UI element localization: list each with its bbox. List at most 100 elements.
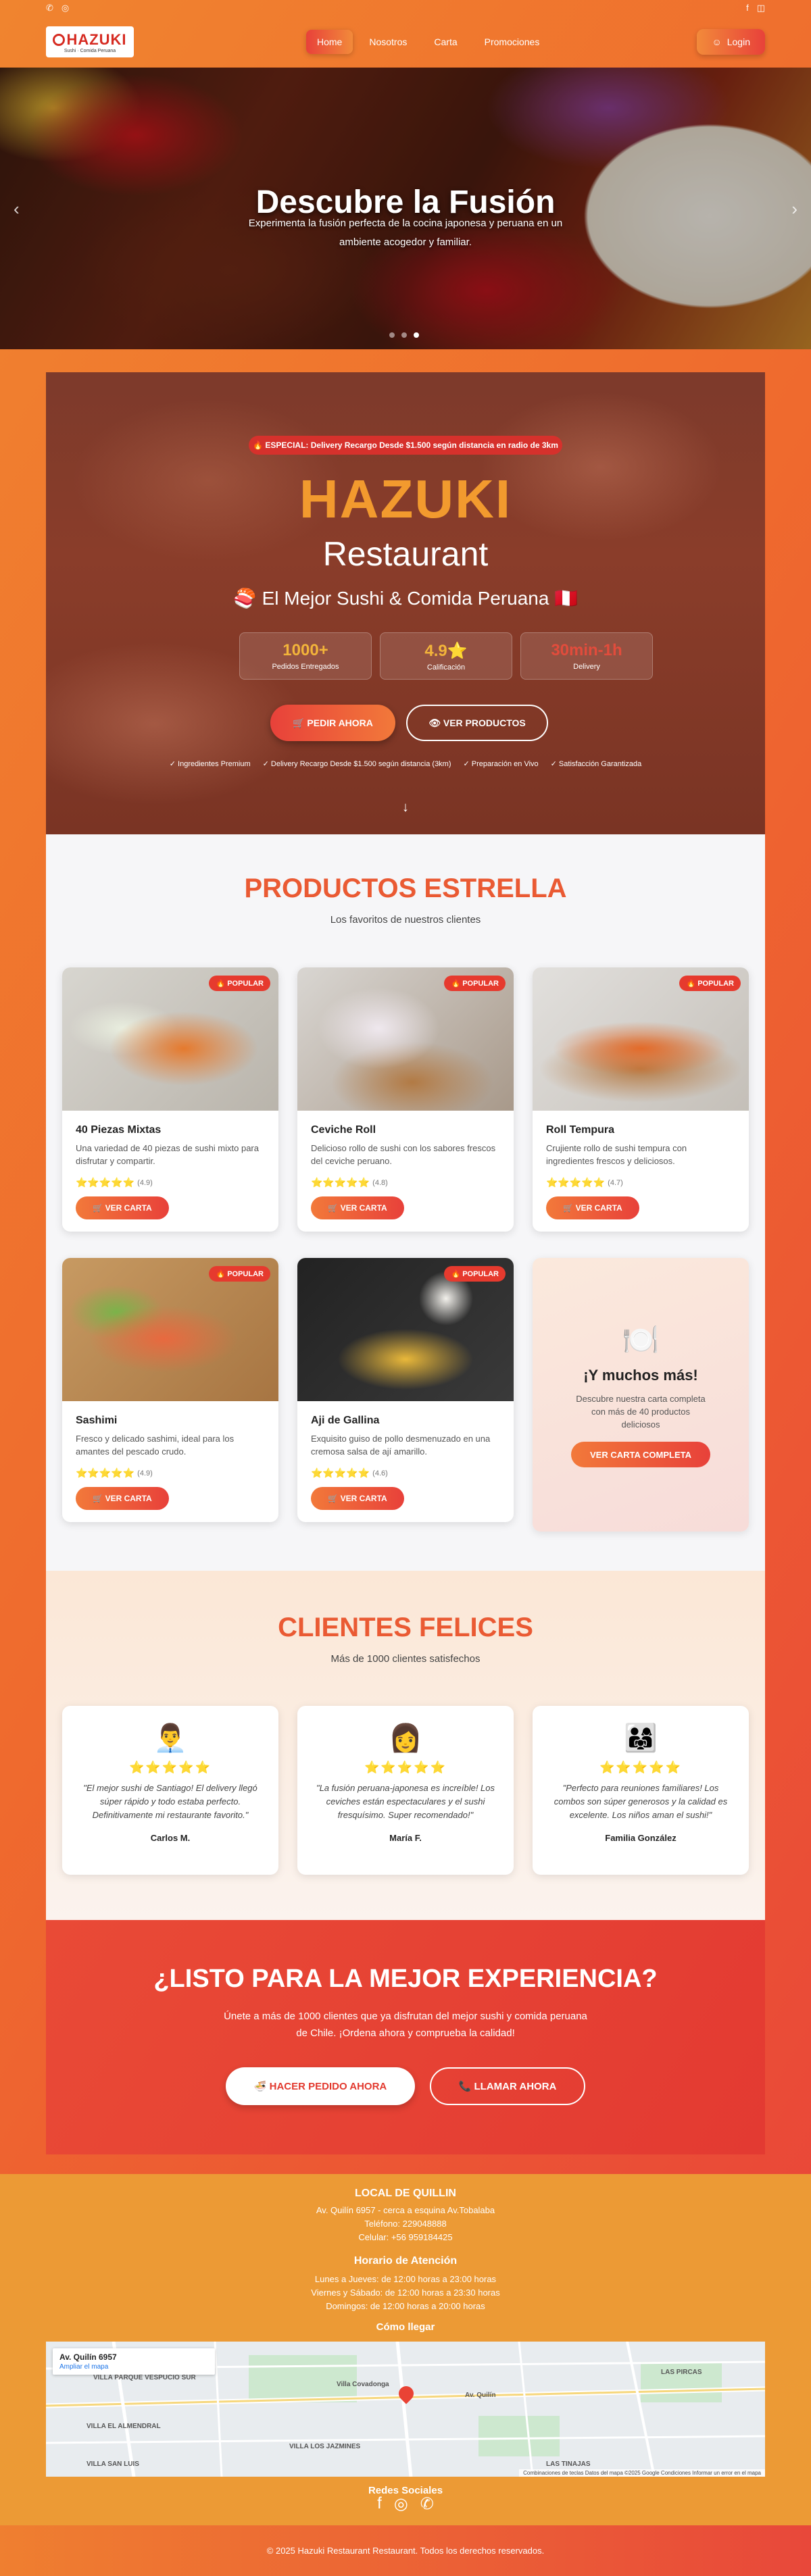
copyright-bar: © 2025 Hazuki Restaurant Restaurant. Tod… (0, 2525, 811, 2576)
testimonial-quote: "La fusión peruana-japonesa es increíble… (316, 1783, 495, 1820)
view-menu-button[interactable]: 🛒 VER CARTA (76, 1196, 169, 1219)
stat-label: Pedidos Entregados (272, 663, 339, 671)
carousel-dot[interactable] (389, 332, 395, 338)
address: Av. Quilín 6957 - cerca a esquina Av.Tob… (316, 2205, 495, 2215)
testimonial-card: 👩 ⭐⭐⭐⭐⭐ "La fusión peruana-japonesa es i… (297, 1706, 514, 1875)
logo-text: HAZUKI (66, 30, 127, 48)
phone-icon[interactable]: ✆ (46, 3, 53, 14)
map-label: VILLA PARQUE VESPUCIO SUR (93, 2374, 196, 2381)
nav-nosotros[interactable]: Nosotros (358, 30, 418, 54)
rating-value: (4.7) (608, 1178, 623, 1187)
map-label: VILLA EL ALMENDRAL (87, 2423, 161, 2430)
scroll-down-icon[interactable]: ↓ (46, 800, 765, 815)
map-place: Av. Quilín 6957 (59, 2352, 117, 2362)
product-rating: ⭐⭐⭐⭐⭐ (4.6) (311, 1467, 500, 1479)
feature-item: ✓ Delivery Recargo Desde $1.500 según di… (262, 760, 451, 768)
place-order-button[interactable]: 🍜 HACER PEDIDO AHORA (226, 2067, 415, 2105)
hours-line: Viernes y Sábado: de 12:00 horas a 23:30… (311, 2288, 500, 2298)
whatsapp-icon[interactable]: ✆ (420, 2494, 434, 2514)
login-button[interactable]: ☺ Login (697, 29, 765, 55)
product-image: 🔥 POPULAR (297, 1258, 514, 1401)
call-now-button[interactable]: 📞 LLAMAR AHORA (430, 2067, 585, 2105)
plate-icon: 🍽️ (622, 1323, 660, 1357)
view-products-button[interactable]: 👁 VER PRODUCTOS (406, 705, 548, 741)
products-subtitle: Los favoritos de nuestros clientes (330, 914, 481, 926)
testimonial-quote: "Perfecto para reuniones familiares! Los… (554, 1783, 728, 1820)
hero-buttons: 🛒 PEDIR AHORA 👁 VER PRODUCTOS (270, 705, 548, 741)
map-label: VILLA SAN LUIS (87, 2460, 139, 2468)
product-card: 🔥 POPULAR 40 Piezas Mixtas Una variedad … (62, 967, 278, 1232)
stat-value: 1000+ (282, 641, 328, 659)
carousel-dot[interactable] (401, 332, 407, 338)
view-menu-button[interactable]: 🛒 VER CARTA (311, 1487, 404, 1510)
instagram-icon[interactable]: ◫ (757, 3, 765, 14)
testimonials-subtitle: Más de 1000 clientes satisfechos (330, 1653, 481, 1665)
map-title: Cómo llegar (376, 2321, 435, 2333)
star-icons: ⭐⭐⭐⭐⭐ (76, 1177, 135, 1188)
product-rating: ⭐⭐⭐⭐⭐ (4.8) (311, 1177, 500, 1188)
stat-rating: 4.9⭐ Calificación (380, 632, 512, 680)
brand-tagline: 🍣 El Mejor Sushi & Comida Peruana 🇵🇪 (232, 588, 579, 609)
facebook-icon[interactable]: f (377, 2494, 382, 2514)
avatar: 👨‍👩‍👧 (624, 1723, 658, 1753)
footer: LOCAL DE QUILLIN Av. Quilín 6957 - cerca… (0, 2174, 811, 2525)
hero-subtitle: Experimenta la fusión perfecta de la coc… (248, 218, 563, 248)
rating-value: (4.9) (137, 1178, 153, 1187)
star-icons: ⭐⭐⭐⭐⭐ (128, 1761, 212, 1774)
map-label: LAS PIRCAS (661, 2369, 702, 2376)
copyright: © 2025 Hazuki Restaurant Restaurant. Tod… (266, 2546, 545, 2556)
product-name: Roll Tempura (546, 1124, 615, 1136)
nav-carta[interactable]: Carta (423, 30, 468, 54)
popular-badge: 🔥 POPULAR (679, 976, 741, 991)
main-menu: Home Nosotros Carta Promociones (306, 30, 550, 54)
product-name: 40 Piezas Mixtas (76, 1124, 162, 1136)
cta-section: ¿LISTO PARA LA MEJOR EXPERIENCIA? Únete … (46, 1920, 765, 2154)
map-label: LAS TINAJAS (546, 2460, 591, 2468)
user-icon: ☺ (712, 36, 722, 47)
star-icons: ⭐⭐⭐⭐⭐ (311, 1177, 370, 1188)
testimonial-card: 👨‍💼 ⭐⭐⭐⭐⭐ "El mejor sushi de Santiago! E… (62, 1706, 278, 1875)
view-menu-button[interactable]: 🛒 VER CARTA (311, 1196, 404, 1219)
star-icons: ⭐⭐⭐⭐⭐ (546, 1177, 606, 1188)
product-rating: ⭐⭐⭐⭐⭐ (4.9) (76, 1177, 265, 1188)
product-rating: ⭐⭐⭐⭐⭐ (4.9) (76, 1467, 265, 1479)
special-banner: 🔥 ESPECIAL: Delivery Recargo Desde $1.50… (249, 436, 562, 455)
product-image: 🔥 POPULAR (297, 967, 514, 1111)
hero-carousel: ‹ › Descubre la Fusión Experimenta la fu… (0, 68, 811, 349)
star-icons: ⭐⭐⭐⭐⭐ (599, 1761, 683, 1774)
popular-badge: 🔥 POPULAR (209, 976, 270, 991)
rating-value: (4.9) (137, 1469, 153, 1478)
whatsapp-icon[interactable]: ◎ (62, 3, 69, 14)
testimonial-quote: "El mejor sushi de Santiago! El delivery… (83, 1783, 257, 1820)
logo-tagline: Sushi · Comida Peruana (64, 48, 116, 53)
order-now-button[interactable]: 🛒 PEDIR AHORA (270, 705, 395, 741)
carousel-indicators (389, 332, 419, 338)
facebook-icon[interactable]: f (746, 3, 749, 14)
nav-promociones[interactable]: Promociones (474, 30, 551, 54)
map-embed[interactable]: Av. Quilín 6957 Ampliar el mapa VILLA PA… (46, 2342, 765, 2477)
product-name: Aji de Gallina (311, 1415, 380, 1426)
view-menu-button[interactable]: 🛒 VER CARTA (76, 1487, 169, 1510)
star-icons: ⭐⭐⭐⭐⭐ (364, 1761, 447, 1774)
instagram-icon[interactable]: ◎ (394, 2494, 408, 2514)
enlarge-map-link[interactable]: Ampliar el mapa (59, 2363, 208, 2371)
rating-value: (4.6) (372, 1469, 388, 1478)
testimonial-author: Familia González (605, 1833, 677, 1843)
product-name: Ceviche Roll (311, 1124, 376, 1136)
map-attribution[interactable]: Combinaciones de teclas Datos del mapa ©… (519, 2469, 765, 2477)
more-title: ¡Y muchos más! (583, 1367, 698, 1384)
product-name: Sashimi (76, 1415, 118, 1426)
map-label: VILLA LOS JAZMINES (289, 2443, 361, 2450)
hours-title: Horario de Atención (353, 2255, 458, 2267)
product-desc: Fresco y delicado sashimi, ideal para lo… (76, 1434, 235, 1457)
cta-desc: Únete a más de 1000 clientes que ya disf… (224, 2011, 587, 2039)
product-desc: Crujiente rollo de sushi tempura con ing… (546, 1143, 687, 1166)
view-menu-button[interactable]: 🛒 VER CARTA (546, 1196, 639, 1219)
more-desc: Descubre nuestra carta completa con más … (576, 1394, 706, 1430)
logo[interactable]: HAZUKI Sushi · Comida Peruana (46, 26, 134, 57)
testimonials-section: CLIENTES FELICES Más de 1000 clientes sa… (46, 1571, 765, 1920)
view-full-menu-button[interactable]: VER CARTA COMPLETA (571, 1442, 710, 1467)
nav-home[interactable]: Home (306, 30, 353, 54)
stat-value: 30min-1h (551, 641, 622, 659)
carousel-dot-active[interactable] (414, 332, 419, 338)
